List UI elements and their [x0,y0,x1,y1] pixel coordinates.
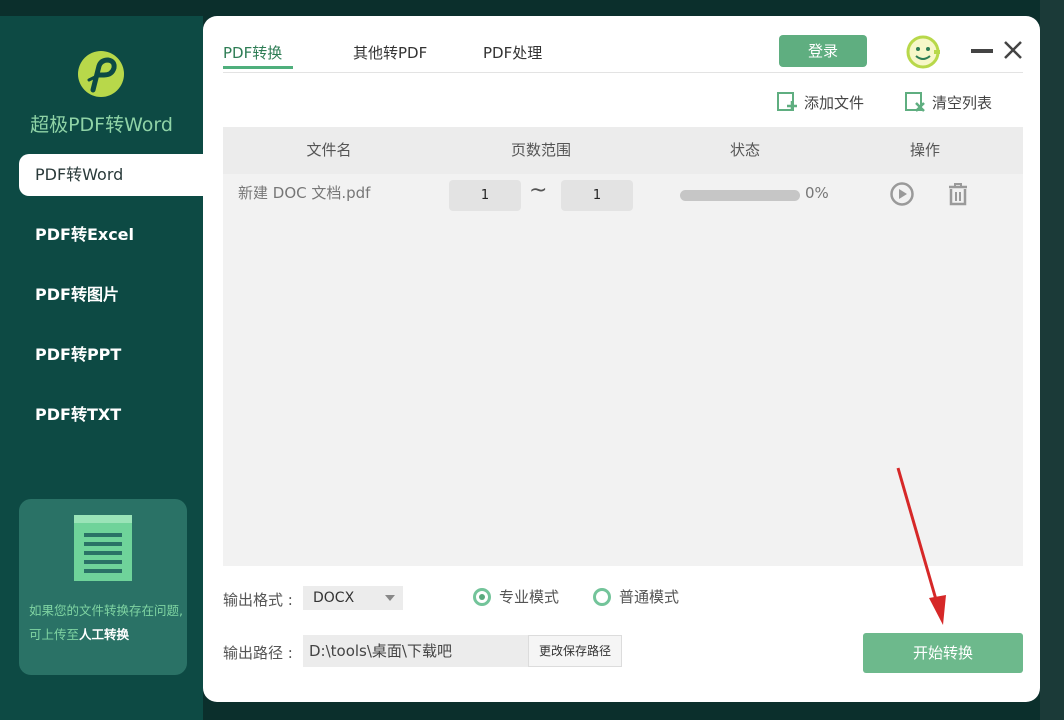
radio-unselected-icon [593,587,611,606]
clear-list-label: 清空列表 [932,93,993,112]
help-text: 如果您的文件转换存在问题,可上传至人工转换 [29,599,184,647]
desktop-strip [0,0,1064,12]
add-file-label: 添加文件 [804,93,865,112]
mode-normal-label: 普通模式 [619,588,680,606]
sidebar-item-pdf-to-word[interactable]: PDF转Word [19,154,203,196]
app-title: 超极PDF转Word [30,114,173,136]
add-file-button[interactable]: 添加文件 [776,91,864,113]
output-format-label: 输出格式 : [223,591,293,609]
app-logo-icon [78,51,124,97]
page-range-separator: ~ [529,178,548,203]
add-file-icon [777,92,797,111]
page-to-input[interactable]: 1 [561,180,633,211]
file-list: 新建 DOC 文档.pdf 1 ~ 1 0% [223,174,1023,566]
tab-pdf-convert[interactable]: PDF转换 [223,42,282,63]
tab-pdf-process[interactable]: PDF处理 [483,42,542,63]
progress-bar [680,190,800,201]
main-panel: PDF转换 其他转PDF PDF处理 登录 添加文件 清空列表 文件名 页数范围… [203,16,1040,702]
table-header: 文件名 页数范围 状态 操作 [223,127,1023,174]
sidebar-item-pdf-to-image[interactable]: PDF转图片 [0,274,203,316]
sidebar-item-pdf-to-txt[interactable]: PDF转TXT [0,394,203,436]
output-format-value: DOCX [313,590,355,606]
progress-percent: 0% [805,184,829,202]
help-card: 如果您的文件转换存在问题,可上传至人工转换 [19,499,187,675]
chevron-down-icon [385,595,395,601]
mode-normal-radio[interactable]: 普通模式 [593,586,679,607]
radio-selected-icon [473,587,491,606]
change-save-path-button[interactable]: 更改保存路径 [528,635,622,667]
minimize-button[interactable] [971,49,993,53]
sidebar-item-pdf-to-ppt[interactable]: PDF转PPT [0,334,203,376]
support-face-icon[interactable] [906,35,940,69]
manual-conversion-link[interactable]: 人工转换 [79,627,129,642]
mode-pro-radio[interactable]: 专业模式 [473,586,559,607]
column-page-range: 页数范围 [510,141,571,159]
play-icon[interactable] [889,181,915,207]
sidebar: 超极PDF转Word PDF转Word PDF转Excel PDF转图片 PDF… [0,16,203,720]
file-name: 新建 DOC 文档.pdf [238,184,371,202]
document-icon [74,515,132,581]
delete-icon[interactable] [945,181,971,207]
mode-pro-label: 专业模式 [499,588,560,606]
output-format-select[interactable]: DOCX [303,586,403,610]
clear-list-icon [905,92,925,112]
column-filename: 文件名 [306,141,352,159]
column-actions: 操作 [909,141,940,159]
output-path-field[interactable]: D:\tools\桌面\下载吧 [303,635,528,667]
output-path-label: 输出路径 : [223,644,293,662]
close-icon[interactable] [1003,40,1023,60]
sidebar-item-pdf-to-excel[interactable]: PDF转Excel [0,214,203,256]
column-status: 状态 [729,141,760,159]
start-convert-button[interactable]: 开始转换 [863,633,1023,673]
tabs-divider [223,72,1023,73]
desktop-edge [1040,0,1064,720]
login-button[interactable]: 登录 [779,35,867,67]
page-from-input[interactable]: 1 [449,180,521,211]
clear-list-button[interactable]: 清空列表 [904,91,992,113]
tab-other-to-pdf[interactable]: 其他转PDF [353,42,427,63]
active-tab-indicator [223,66,293,69]
